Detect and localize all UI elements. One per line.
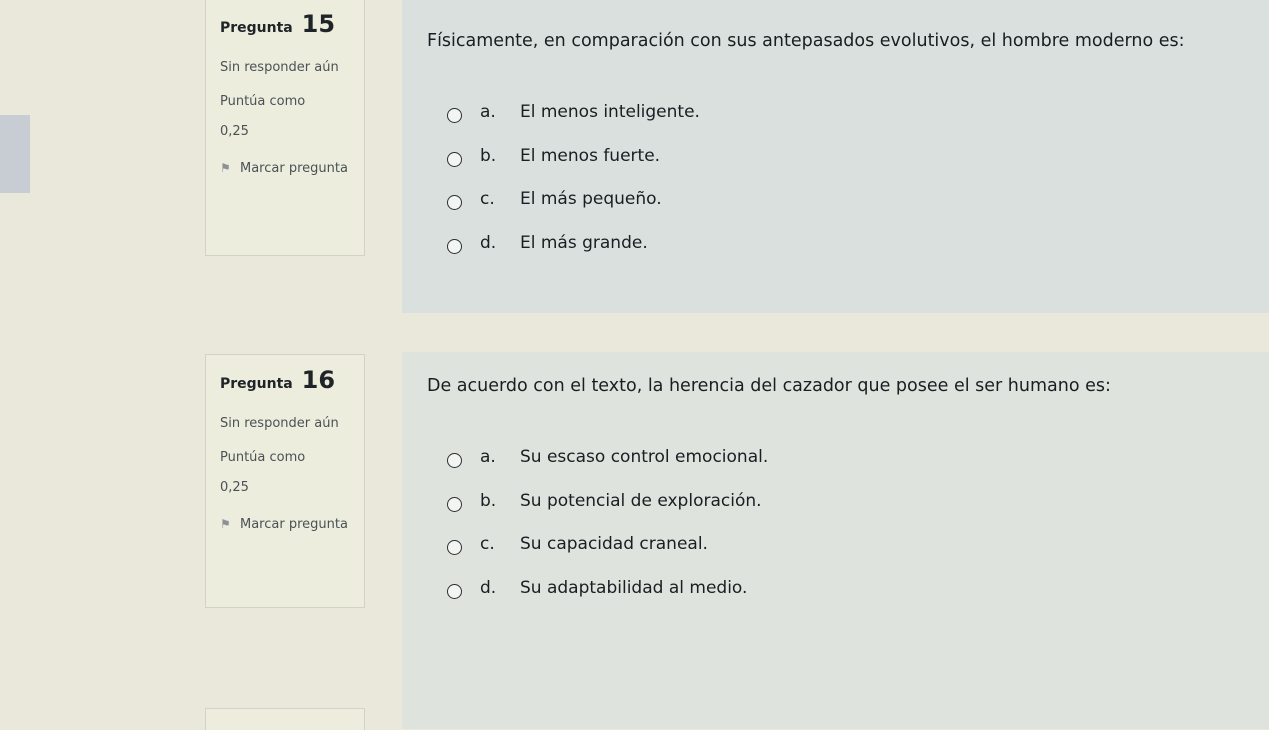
question-state: Sin responder aún bbox=[220, 416, 339, 432]
next-question-info-box bbox=[205, 708, 365, 730]
radio-button[interactable] bbox=[447, 238, 462, 254]
question-number-value: 16 bbox=[301, 366, 336, 394]
answer-letter: c. bbox=[480, 189, 495, 209]
answer-letter: b. bbox=[480, 145, 497, 166]
flag-label: Marcar pregunta bbox=[240, 517, 348, 533]
answer-option-c[interactable]: c. El más pequeño. bbox=[447, 189, 700, 233]
grade-info: Puntúa como 0,25 bbox=[220, 443, 364, 503]
question-info-box: Pregunta 16 Sin responder aún Puntúa com… bbox=[205, 354, 365, 608]
answer-text: Su capacidad craneal. bbox=[520, 534, 708, 554]
answer-text: El más pequeño. bbox=[520, 189, 662, 209]
answer-letter: d. bbox=[480, 577, 497, 598]
answer-text: El menos fuerte. bbox=[520, 145, 661, 166]
answer-list: a. Su escaso control emocional. b. Su po… bbox=[447, 447, 768, 621]
flag-icon: ⚑ bbox=[220, 161, 231, 176]
answer-letter: c. bbox=[480, 534, 495, 554]
answer-letter: d. bbox=[480, 232, 497, 253]
flag-question-link[interactable]: ⚑ Marcar pregunta bbox=[220, 509, 364, 540]
grade-label: Puntúa como bbox=[220, 450, 306, 466]
question-number: Pregunta 16 bbox=[220, 367, 364, 393]
radio-button[interactable] bbox=[447, 108, 462, 123]
answer-option-a[interactable]: a. Su escaso control emocional. bbox=[447, 447, 768, 491]
grade-info: Puntúa como 0,25 bbox=[220, 87, 364, 147]
radio-button[interactable] bbox=[447, 583, 462, 599]
answer-option-b[interactable]: b. Su potencial de exploración. bbox=[447, 491, 768, 535]
answer-option-d[interactable]: d. El más grande. bbox=[447, 233, 700, 277]
question-content: De acuerdo con el texto, la herencia del… bbox=[402, 352, 1269, 729]
flag-icon: ⚑ bbox=[220, 517, 231, 532]
answer-option-d[interactable]: d. Su adaptabilidad al medio. bbox=[447, 578, 768, 622]
question-text: De acuerdo con el texto, la herencia del… bbox=[427, 376, 1111, 396]
question-15: Pregunta 15 Sin responder aún Puntúa com… bbox=[0, 0, 1269, 315]
answer-option-c[interactable]: c. Su capacidad craneal. bbox=[447, 534, 768, 578]
answer-text: Su potencial de exploración. bbox=[520, 490, 762, 511]
question-state: Sin responder aún bbox=[220, 60, 339, 76]
answer-text: Su adaptabilidad al medio. bbox=[520, 577, 748, 598]
question-text: Físicamente, en comparación con sus ante… bbox=[427, 31, 1185, 51]
answer-text: El más grande. bbox=[520, 232, 648, 253]
question-content: Físicamente, en comparación con sus ante… bbox=[402, 0, 1269, 313]
radio-button[interactable] bbox=[447, 453, 462, 468]
radio-button[interactable] bbox=[447, 151, 462, 167]
radio-button[interactable] bbox=[447, 540, 462, 555]
question-16: Pregunta 16 Sin responder aún Puntúa com… bbox=[0, 352, 1269, 729]
answer-text: Su escaso control emocional. bbox=[520, 447, 769, 467]
answer-letter: a. bbox=[480, 447, 496, 467]
question-label: Pregunta bbox=[220, 20, 293, 36]
flag-question-link[interactable]: ⚑ Marcar pregunta bbox=[220, 153, 364, 184]
radio-button[interactable] bbox=[447, 496, 462, 512]
answer-list: a. El menos inteligente. b. El menos fue… bbox=[447, 102, 700, 276]
answer-option-a[interactable]: a. El menos inteligente. bbox=[447, 102, 700, 146]
answer-text: El menos inteligente. bbox=[520, 102, 700, 122]
flag-label: Marcar pregunta bbox=[240, 161, 348, 177]
question-label: Pregunta bbox=[220, 376, 293, 392]
grade-value: 0,25 bbox=[220, 480, 249, 496]
answer-letter: a. bbox=[480, 102, 496, 122]
question-info-box: Pregunta 15 Sin responder aún Puntúa com… bbox=[205, 0, 365, 256]
radio-button[interactable] bbox=[447, 195, 462, 210]
answer-letter: b. bbox=[480, 490, 497, 511]
answer-option-b[interactable]: b. El menos fuerte. bbox=[447, 146, 700, 190]
question-number-value: 15 bbox=[301, 10, 336, 38]
question-number: Pregunta 15 bbox=[220, 11, 364, 37]
grade-label: Puntúa como bbox=[220, 94, 306, 110]
grade-value: 0,25 bbox=[220, 124, 249, 140]
